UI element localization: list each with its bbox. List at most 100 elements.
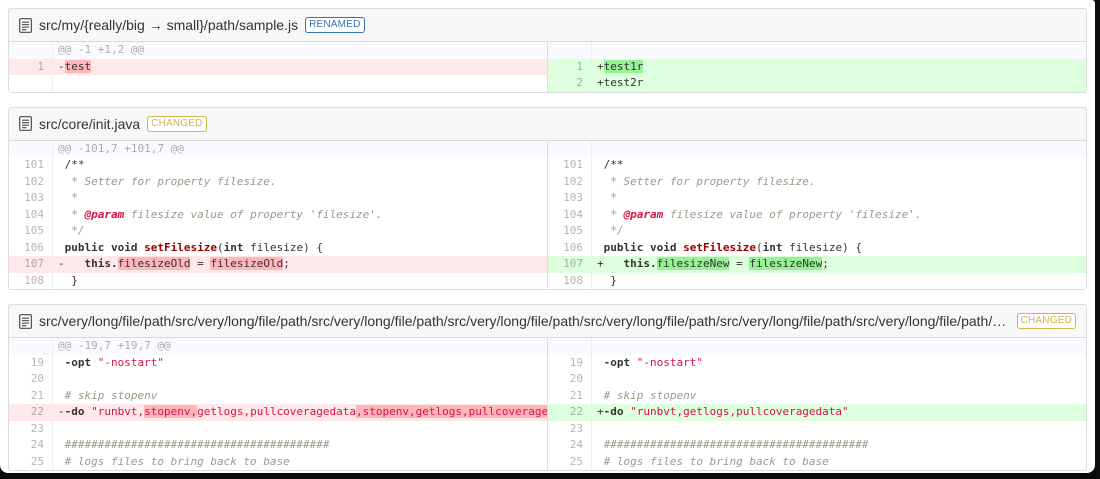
diff-pane-new: 19 -opt "-nostart" 20 21 # skip stopenv … bbox=[547, 338, 1086, 470]
code-token: # logs files to bring back to base bbox=[603, 454, 829, 468]
code-line: +-do "runbvt,getlogs,pullcoveragedata" bbox=[592, 404, 1086, 421]
code-token: = bbox=[190, 257, 211, 270]
line-number: 24 bbox=[9, 437, 53, 454]
diff-line: @@ -101,7 +101,7 @@ bbox=[9, 140, 547, 157]
code-line: public void setFilesize(int filesize) { bbox=[592, 240, 1086, 257]
code-token: @@ -19,7 +19,7 @@ bbox=[58, 339, 171, 352]
diff-pane-old: @@ -1 +1,2 @@ 1 -test bbox=[9, 42, 547, 92]
code-token: + bbox=[597, 59, 604, 73]
diff-line: @@ -19,7 +19,7 @@ bbox=[9, 338, 547, 355]
diff-line: 106 public void setFilesize(int filesize… bbox=[9, 239, 547, 257]
code-token: ( bbox=[755, 240, 763, 254]
diff-line: 2 +test2r bbox=[548, 75, 1086, 92]
code-token: } bbox=[58, 273, 78, 287]
side-by-side-diff: @@ -101,7 +101,7 @@ 101 /** 102 * Setter… bbox=[9, 140, 1086, 290]
code-token: + bbox=[597, 257, 624, 270]
code-token: setFilesize bbox=[144, 240, 217, 254]
code-line: */ bbox=[592, 223, 1086, 240]
diff-line: @@ -1 +1,2 @@ bbox=[9, 42, 547, 59]
code-token: filesizeOld bbox=[210, 257, 284, 270]
code-line: - this.filesizeOld = filesizeOld; bbox=[53, 256, 547, 273]
code-token: filesize value of property 'filesize'. bbox=[663, 207, 922, 221]
line-number: 24 bbox=[548, 437, 592, 454]
code-token: @param bbox=[84, 207, 125, 221]
file-status-badge: RENAMED bbox=[305, 17, 365, 33]
code-line: } bbox=[592, 273, 1086, 290]
code-token: filesize) { bbox=[243, 240, 323, 254]
code-token: "-nostart" bbox=[636, 355, 703, 369]
diff-line: 106 public void setFilesize(int filesize… bbox=[548, 239, 1086, 257]
code-token: this. bbox=[623, 257, 657, 270]
line-number: 102 bbox=[9, 173, 53, 190]
code-token: filesizeNew bbox=[656, 257, 730, 270]
code-token: # logs files to bring back to base bbox=[64, 454, 290, 468]
code-token: * bbox=[58, 191, 78, 204]
line-number bbox=[9, 75, 53, 92]
code-token: "-nostart" bbox=[97, 355, 164, 369]
line-number: 23 bbox=[548, 420, 592, 437]
code-token: * Setter for property filesize. bbox=[597, 174, 816, 188]
code-token: + bbox=[597, 405, 604, 418]
code-line bbox=[53, 371, 547, 388]
code-token: filesizeNew bbox=[749, 257, 823, 270]
line-number: 22 bbox=[9, 404, 53, 421]
code-line: * Setter for property filesize. bbox=[53, 174, 547, 191]
code-token: getlogs,pullcoveragedata bbox=[197, 405, 357, 418]
code-token: @param bbox=[623, 207, 664, 221]
code-line: ######################################## bbox=[592, 437, 1086, 454]
file-name: src/very/long/file/path/src/very/long/fi… bbox=[39, 313, 1010, 329]
diff-line: 21 # skip stopenv bbox=[9, 387, 547, 404]
file-diff-panel: src/very/long/file/path/src/very/long/fi… bbox=[8, 304, 1087, 471]
code-line: -opt "-nostart" bbox=[53, 355, 547, 372]
code-line: +test2r bbox=[592, 75, 1086, 92]
line-number: 104 bbox=[9, 206, 53, 223]
line-number: 19 bbox=[9, 354, 53, 371]
diff-line: 24 #####################################… bbox=[9, 437, 547, 454]
diff-line bbox=[548, 338, 1086, 355]
line-number: 101 bbox=[548, 157, 592, 174]
line-number: 103 bbox=[9, 190, 53, 207]
diff-line: 21 # skip stopenv bbox=[548, 387, 1086, 404]
code-token: * bbox=[597, 207, 624, 221]
code-token: filesizeOld bbox=[117, 257, 191, 270]
file-name: src/core/init.java bbox=[39, 115, 141, 132]
diff-line: 105 */ bbox=[548, 223, 1086, 240]
code-line: # logs files to bring back to base bbox=[592, 454, 1086, 471]
code-line: -test bbox=[53, 59, 547, 76]
side-by-side-diff: @@ -1 +1,2 @@ 1 -test 1 +test1r 2 +test2… bbox=[9, 42, 1086, 92]
diff-line: 108 } bbox=[548, 272, 1086, 290]
side-by-side-diff: @@ -19,7 +19,7 @@ 19 -opt "-nostart" 20 … bbox=[9, 338, 1086, 470]
code-token: /** bbox=[58, 158, 85, 171]
line-number: 102 bbox=[548, 173, 592, 190]
line-number: 104 bbox=[548, 206, 592, 223]
diff-line: 20 bbox=[548, 371, 1086, 388]
code-token: int bbox=[762, 240, 783, 254]
line-number: 108 bbox=[9, 272, 53, 289]
code-line: public void setFilesize(int filesize) { bbox=[53, 240, 547, 257]
line-number bbox=[548, 338, 592, 355]
code-token: = bbox=[729, 257, 750, 270]
code-line: ######################################## bbox=[53, 437, 547, 454]
code-token: this. bbox=[84, 257, 118, 270]
diff-line: 1 +test1r bbox=[548, 58, 1086, 75]
line-number: 21 bbox=[9, 387, 53, 404]
code-line bbox=[592, 421, 1086, 438]
file-icon bbox=[19, 116, 32, 131]
diff-pane-new: 101 /** 102 * Setter for property filesi… bbox=[547, 140, 1086, 290]
diff-line: 22 --do "runbvt,stopenv,getlogs,pullcove… bbox=[9, 404, 547, 421]
diff-pane-new: 1 +test1r 2 +test2r bbox=[547, 42, 1086, 92]
diff-line bbox=[9, 75, 547, 92]
code-token: public void bbox=[603, 240, 684, 254]
diff-line: 23 bbox=[9, 420, 547, 437]
